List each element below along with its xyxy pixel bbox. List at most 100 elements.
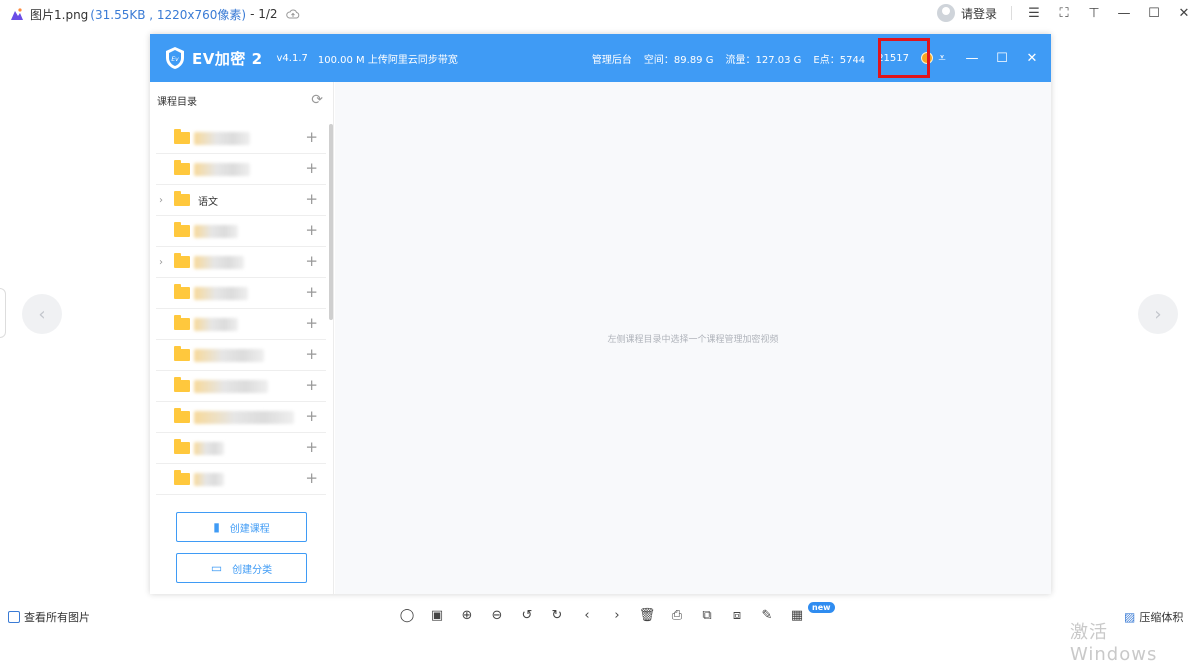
create-category-button[interactable]: ▭ 创建分类 (176, 553, 307, 583)
actual-size-icon[interactable]: ▣ (428, 606, 446, 624)
list-item[interactable]: + (156, 154, 326, 185)
list-item[interactable]: + (156, 309, 326, 340)
add-icon[interactable]: + (305, 161, 318, 176)
add-icon[interactable]: + (305, 471, 318, 486)
create-course-button[interactable]: ▮ 创建课程 (176, 512, 307, 542)
view-all-pictures-button[interactable]: 查看所有图片 (8, 609, 90, 625)
app-brand: EV加密 2 (192, 49, 263, 68)
gallery-icon (8, 611, 20, 623)
add-icon[interactable]: + (305, 223, 318, 238)
viewer-bottom-toolbar: 查看所有图片 ◯ ▣ ⊕ ⊖ ↺ ↻ ‹ › 🗑 ⎙ ⧉ ⧈ ✎ ▦ new ▨… (0, 600, 1200, 633)
next-image-button[interactable]: › (1138, 294, 1178, 334)
add-icon[interactable]: + (305, 409, 318, 424)
zoom-out-icon[interactable]: ⊖ (488, 606, 506, 624)
blurred-label (194, 162, 250, 176)
folder-icon (174, 191, 190, 206)
photo-viewer-app-icon (11, 8, 23, 20)
file-name: 图片1.png (30, 7, 89, 22)
refresh-icon[interactable]: ⟳ (311, 92, 323, 108)
menu-icon[interactable]: ☰ (1026, 5, 1042, 21)
epoints-stat: E点：5744 (813, 54, 866, 66)
list-item[interactable]: + (156, 433, 326, 464)
add-icon[interactable]: + (305, 192, 318, 207)
cloud-upload-icon[interactable] (285, 7, 300, 21)
rotate-left-icon[interactable]: ↺ (518, 606, 536, 624)
divider (1011, 6, 1012, 20)
print-icon[interactable]: ⎙ (668, 606, 686, 624)
add-icon[interactable]: + (305, 130, 318, 145)
sidebar-scrollbar[interactable] (329, 124, 333, 320)
chevron-right-icon[interactable]: › (159, 195, 169, 206)
blurred-label (194, 224, 238, 238)
svg-text:Ev: Ev (171, 56, 179, 63)
previous-image-button[interactable]: ‹ (22, 294, 62, 334)
folder-icon (174, 315, 190, 330)
list-item[interactable]: + (156, 371, 326, 402)
sidebar-title: 课程目录 (157, 96, 197, 108)
list-item[interactable]: + (156, 278, 326, 309)
fullscreen-icon[interactable]: ⛶ (1056, 5, 1072, 21)
viewer-title-bar: 图片1.png (31.55KB , 1220x760像素) - 1/2 请登录… (0, 0, 1200, 28)
bandwidth-info: 100.00 M 上传阿里云同步带宽 (317, 54, 458, 66)
minimize-icon[interactable]: — (1116, 5, 1132, 21)
folder-icon (174, 439, 190, 454)
list-item[interactable]: + (156, 340, 326, 371)
book-icon: ▮ (213, 520, 220, 534)
close-icon[interactable]: ✕ (1176, 5, 1192, 21)
crop-icon[interactable]: ⧈ (728, 606, 746, 624)
delete-icon[interactable]: 🗑 (638, 606, 656, 624)
add-icon[interactable]: + (305, 316, 318, 331)
folder-icon (174, 284, 190, 299)
copy-icon[interactable]: ⧉ (698, 606, 716, 624)
avatar[interactable] (936, 4, 955, 22)
new-badge: new (808, 602, 835, 613)
add-icon[interactable]: + (305, 378, 318, 393)
list-item[interactable]: + (156, 216, 326, 247)
image-index: - 1/2 (250, 7, 278, 21)
folder-icon (174, 129, 190, 144)
app-maximize-icon[interactable]: ☐ (995, 51, 1009, 66)
pin-icon[interactable]: ⊤ (1086, 5, 1102, 21)
side-panel-handle[interactable] (0, 288, 6, 338)
chevron-right-icon: › (1154, 303, 1162, 325)
apps-icon[interactable]: ▦ (788, 606, 806, 624)
blurred-label (194, 286, 248, 300)
list-item[interactable]: + (156, 402, 326, 433)
admin-link[interactable]: 管理后台 (592, 51, 632, 66)
folder-icon (174, 222, 190, 237)
add-icon[interactable]: + (305, 440, 318, 455)
space-stat: 空间：89.89 G (643, 54, 714, 66)
maximize-icon[interactable]: ☐ (1146, 5, 1162, 21)
list-item[interactable]: › + (156, 247, 326, 278)
chevron-right-icon[interactable]: › (159, 257, 169, 268)
mouse-icon[interactable]: ◯ (398, 606, 416, 624)
previous-icon[interactable]: ‹ (578, 606, 596, 624)
app-title-bar: Ev EV加密 2 v4.1.7 100.00 M 上传阿里云同步带宽 管理后台… (150, 34, 1051, 82)
add-icon[interactable]: + (305, 347, 318, 362)
rotate-right-icon[interactable]: ↻ (548, 606, 566, 624)
edit-icon[interactable]: ✎ (758, 606, 776, 624)
create-category-label: 创建分类 (232, 564, 273, 576)
next-icon[interactable]: › (608, 606, 626, 624)
zoom-in-icon[interactable]: ⊕ (458, 606, 476, 624)
folder-icon (174, 377, 190, 392)
dropdown-menu-icon[interactable]: ⩡ (935, 51, 949, 66)
folder-icon (174, 253, 190, 268)
list-item[interactable]: + (156, 464, 326, 495)
chevron-left-icon: ‹ (38, 303, 46, 325)
add-icon[interactable]: + (305, 285, 318, 300)
login-link[interactable]: 请登录 (961, 5, 997, 22)
view-all-pictures-label: 查看所有图片 (24, 611, 90, 624)
app-close-icon[interactable]: ✕ (1025, 51, 1039, 66)
create-course-label: 创建课程 (229, 523, 270, 535)
app-minimize-icon[interactable]: — (965, 51, 979, 66)
blurred-label (194, 348, 264, 362)
ev-shield-logo-icon: Ev (166, 47, 184, 69)
blurred-label (194, 472, 224, 486)
course-tree: + + › 语文 + + › + + + + + + + + (150, 123, 334, 498)
list-item[interactable]: › 语文 + (156, 185, 326, 216)
add-icon[interactable]: + (305, 254, 318, 269)
folder-icon (174, 346, 190, 361)
list-item[interactable]: + (156, 123, 326, 154)
folder-icon (174, 160, 190, 175)
